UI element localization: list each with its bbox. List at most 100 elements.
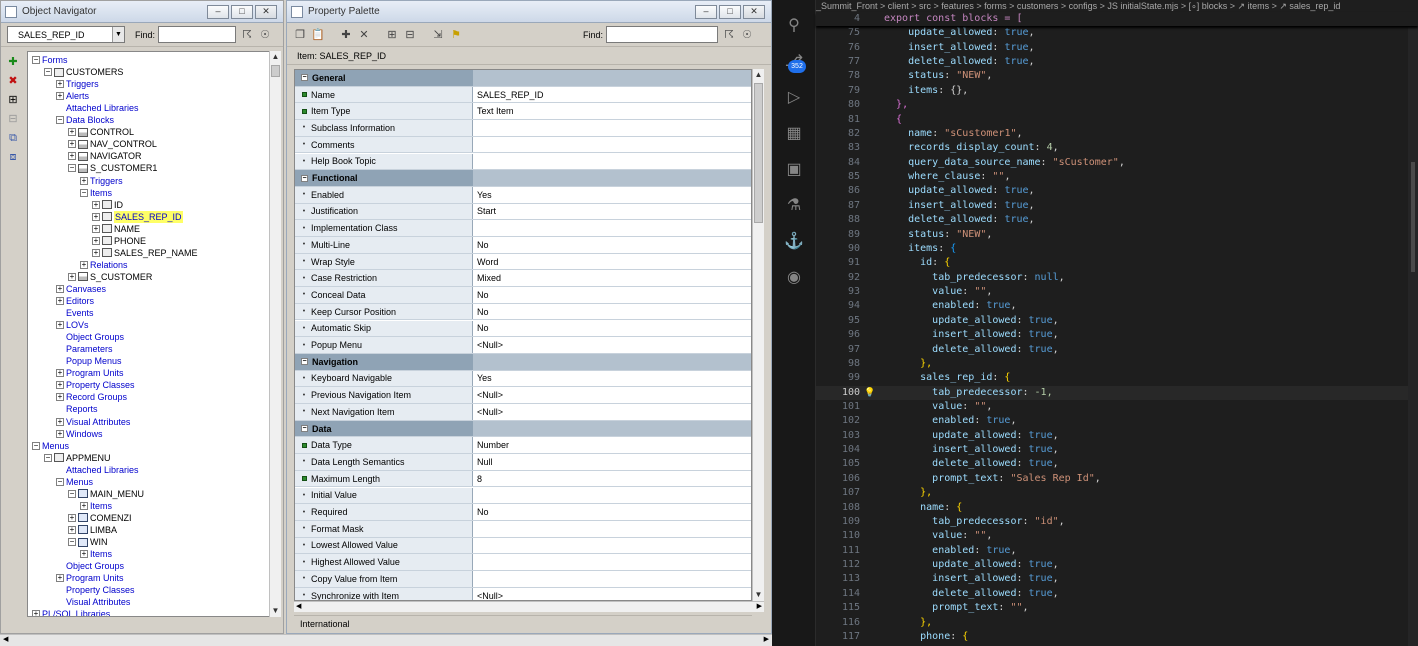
search-backward-icon[interactable]: ☈ [240, 28, 254, 42]
property-category-row[interactable]: − Navigation [295, 353, 751, 371]
breadcrumb[interactable]: _Summit_Front > client > src > features … [816, 0, 1418, 12]
property-row[interactable]: • Keep Cursor Position No [295, 303, 751, 321]
code-line[interactable]: 92 tab_predecessor: null, [816, 271, 1418, 285]
expand-node-icon[interactable]: + [56, 80, 64, 89]
expand-node-icon[interactable]: + [56, 381, 64, 390]
palette-search-forward-icon[interactable]: ☉ [740, 28, 754, 42]
inherit-icon[interactable]: ⇲ [431, 28, 445, 42]
workspace-scroll-right-icon[interactable]: ▶ [764, 635, 769, 643]
code-line[interactable]: 89 status: "NEW", [816, 228, 1418, 242]
tree-node[interactable]: + LIMBA [68, 524, 117, 536]
code-line[interactable]: 103 update_allowed: true, [816, 429, 1418, 443]
tree-node[interactable]: + Triggers [80, 175, 123, 187]
code-line[interactable]: 76 insert_allowed: true, [816, 41, 1418, 55]
property-row[interactable]: • Format Mask [295, 520, 751, 538]
code-line[interactable]: 108 name: { [816, 501, 1418, 515]
property-row[interactable]: • Wrap Style Word [295, 253, 751, 271]
collapse-category-icon[interactable]: − [301, 174, 308, 182]
property-category-row[interactable]: − Data [295, 420, 751, 438]
sticky-scroll-line[interactable]: 4 export const blocks = [ [816, 12, 1418, 27]
minimap-scrollbar[interactable] [1408, 12, 1418, 646]
tree-node[interactable]: + NAVIGATOR [68, 150, 142, 162]
object-selector-dropdown[interactable]: SALES_REP_ID ▼ [7, 26, 125, 43]
property-value[interactable]: Yes [473, 186, 751, 203]
code-line[interactable]: 106 prompt_text: "Sales Rep Id", [816, 472, 1418, 486]
tree-node[interactable]: + Items [80, 500, 112, 512]
tree-node[interactable]: + Canvases [56, 283, 106, 295]
paste-properties-icon[interactable]: 📋 [311, 28, 325, 42]
expand-node-icon[interactable]: + [56, 393, 64, 402]
property-row[interactable]: Item Type Text Item [295, 103, 751, 121]
expand-node-icon[interactable]: + [56, 369, 64, 378]
property-value[interactable]: Start [473, 203, 751, 220]
property-value[interactable] [473, 136, 751, 153]
property-row[interactable]: • Case Restriction Mixed [295, 270, 751, 288]
property-value[interactable]: SALES_REP_ID [473, 86, 751, 103]
property-value[interactable]: No [473, 287, 751, 303]
property-row[interactable]: • Justification Start [295, 203, 751, 221]
union-icon[interactable]: ⊞ [385, 28, 399, 42]
property-value[interactable]: <Null> [473, 587, 751, 600]
collapse-node-icon[interactable]: − [44, 453, 52, 462]
property-value[interactable] [473, 487, 751, 504]
expand-node-icon[interactable]: + [56, 417, 64, 426]
code-line[interactable]: 101 value: "", [816, 400, 1418, 414]
code-line[interactable]: 96 insert_allowed: true, [816, 328, 1418, 342]
grid-vertical-scrollbar[interactable]: ▲ ▼ [752, 69, 764, 601]
tree-node[interactable]: + Relations [80, 259, 128, 271]
expand-node-icon[interactable]: + [68, 128, 76, 137]
property-row[interactable]: • Synchronize with Item <Null> [295, 587, 751, 600]
github-icon[interactable]: ◉ [784, 268, 804, 288]
collapse-category-icon[interactable]: − [301, 74, 308, 82]
property-value[interactable]: Yes [473, 370, 751, 387]
collapse-category-icon[interactable]: − [301, 425, 308, 433]
code-line[interactable]: 97 delete_allowed: true, [816, 343, 1418, 357]
tree-node[interactable]: − Items [80, 187, 112, 199]
property-row[interactable]: • Next Navigation Item <Null> [295, 404, 751, 421]
chevron-down-icon[interactable]: ▼ [112, 27, 124, 42]
code-line[interactable]: 104 insert_allowed: true, [816, 443, 1418, 457]
expand-node-icon[interactable]: + [80, 260, 88, 269]
code-line[interactable]: 95 update_allowed: true, [816, 314, 1418, 328]
property-value[interactable]: Text Item [473, 103, 751, 120]
expand-node-icon[interactable]: + [32, 610, 40, 616]
tree-node[interactable]: + Windows [56, 428, 103, 440]
tree-node[interactable]: Events [56, 307, 94, 319]
testing-flask-icon[interactable]: ⚗ [784, 196, 804, 216]
tree-node[interactable]: + Property Classes [56, 379, 135, 391]
property-value[interactable]: No [473, 320, 751, 337]
collapse-category-icon[interactable]: − [301, 358, 308, 366]
grid-scroll-down-arrow-icon[interactable]: ▼ [753, 589, 764, 601]
code-line[interactable]: 98 }, [816, 357, 1418, 371]
property-row[interactable]: • Initial Value [295, 487, 751, 505]
property-row[interactable]: • Previous Navigation Item <Null> [295, 387, 751, 404]
property-row[interactable]: • Automatic Skip No [295, 320, 751, 338]
tree-node[interactable]: + Visual Attributes [56, 416, 130, 428]
tree-node[interactable]: Visual Attributes [56, 596, 130, 608]
property-value[interactable] [473, 571, 751, 587]
expand-node-icon[interactable]: + [80, 501, 88, 510]
expand-node-icon[interactable]: + [68, 525, 76, 534]
maximize-button[interactable]: □ [231, 4, 253, 19]
property-row[interactable]: • Implementation Class [295, 220, 751, 237]
scroll-slider[interactable] [1411, 162, 1415, 272]
tree-node[interactable]: − CUSTOMERS [44, 66, 123, 78]
expand-node-icon[interactable]: + [80, 176, 88, 185]
code-line[interactable]: 109 tab_predecessor: "id", [816, 515, 1418, 529]
collapse-node-icon[interactable]: − [56, 477, 64, 486]
tree-node[interactable]: Popup Menus [56, 355, 122, 367]
code-line[interactable]: 116 }, [816, 616, 1418, 630]
expand-node-icon[interactable]: + [56, 574, 64, 583]
tree-node[interactable]: + PL/SQL Libraries [32, 608, 110, 616]
tree-node[interactable]: + Editors [56, 295, 94, 307]
collapse-node-icon[interactable]: − [80, 188, 88, 197]
property-value[interactable]: <Null> [473, 337, 751, 353]
property-row[interactable]: • Help Book Topic [295, 153, 751, 171]
tree-node[interactable]: + S_CUSTOMER [68, 271, 152, 283]
property-value[interactable]: Number [473, 437, 751, 454]
collapse-all-icon[interactable]: ⧈ [5, 150, 21, 164]
grid-scroll-up-arrow-icon[interactable]: ▲ [753, 69, 764, 81]
tree-node[interactable]: + ID [92, 199, 123, 211]
tree-node[interactable]: + Program Units [56, 367, 124, 379]
property-value[interactable] [473, 537, 751, 554]
